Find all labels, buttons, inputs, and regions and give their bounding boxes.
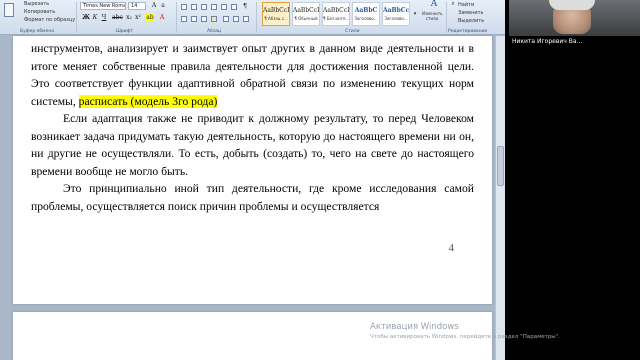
font-color-icon[interactable]: A	[158, 14, 166, 22]
separator	[176, 2, 177, 33]
styles-scroll-icon[interactable]: ▾	[411, 10, 419, 18]
underline-icon[interactable]: Ч	[100, 14, 108, 22]
style-item[interactable]: AaBbCcD ¶ Без инте...	[322, 2, 350, 26]
cut-button[interactable]: Вырезать	[24, 1, 49, 7]
styles-group-label: Стили	[345, 29, 360, 34]
paragraph[interactable]: Это принципиально иной тип деятельности,…	[31, 180, 474, 215]
style-item[interactable]: AaBbCcD ¶ Обычный	[292, 2, 320, 26]
format-painter-button[interactable]: Формат по образцу	[24, 17, 75, 23]
sort-icon[interactable]	[231, 4, 237, 10]
watermark-title: Активация Windows	[370, 322, 459, 332]
font-group-label: Шрифт	[116, 29, 134, 34]
highlight-color-icon[interactable]: ab	[146, 14, 154, 22]
subscript-icon[interactable]: x₂	[125, 14, 133, 22]
paragraph[interactable]: инструментов, анализирует и заимствует о…	[31, 40, 474, 110]
superscript-icon[interactable]: x²	[134, 14, 142, 22]
document-page[interactable]: инструментов, анализирует и заимствует о…	[13, 36, 492, 304]
editing-group-label: Редактирование	[448, 29, 488, 34]
ribbon: Вырезать Копировать Формат по образцу Бу…	[0, 0, 505, 35]
word-window: Вырезать Копировать Формат по образцу Бу…	[0, 0, 505, 360]
shrink-font-icon[interactable]: a	[159, 2, 167, 10]
watermark-subtitle: Чтобы активировать Windows, перейдите в …	[370, 334, 560, 340]
activation-watermark: Активация Windows Чтобы активировать Win…	[370, 322, 560, 341]
bullets-icon[interactable]	[181, 4, 187, 10]
separator	[446, 2, 447, 33]
participant-name: Никита Игоревич Ва...	[512, 38, 583, 45]
find-icon[interactable]: ⌕	[449, 0, 457, 8]
video-panel-background	[505, 48, 640, 360]
align-center-icon[interactable]	[191, 16, 197, 22]
style-item[interactable]: AaBbCc Заголово...	[382, 2, 410, 26]
font-name-combo[interactable]: Times New Roman	[80, 2, 126, 10]
align-right-icon[interactable]	[201, 16, 207, 22]
change-styles-icon[interactable]: A	[428, 0, 440, 9]
justify-icon[interactable]	[211, 16, 217, 22]
separator	[256, 2, 257, 33]
scrollbar-thumb[interactable]	[497, 146, 504, 186]
clipboard-group-label: Буфер обмена	[20, 29, 55, 34]
show-marks-icon[interactable]: ¶	[241, 3, 249, 11]
change-styles-button[interactable]: Изменить стили	[422, 11, 443, 21]
font-size-combo[interactable]: 14	[128, 2, 146, 10]
borders-icon[interactable]	[243, 16, 249, 22]
bold-icon[interactable]: Ж	[82, 14, 90, 22]
multilevel-list-icon[interactable]	[201, 4, 207, 10]
increase-indent-icon[interactable]	[221, 4, 227, 10]
paragraph-group-label: Абзац	[207, 29, 222, 34]
style-item[interactable]: AaBbC Заголово...	[352, 2, 380, 26]
find-button[interactable]: Найти	[458, 2, 474, 8]
copy-button[interactable]: Копировать	[24, 9, 55, 15]
numbering-icon[interactable]	[191, 4, 197, 10]
participant-hair	[549, 0, 595, 10]
style-item[interactable]: AaBbCcI ¶ Абзац с...	[262, 2, 290, 26]
line-spacing-icon[interactable]	[223, 16, 229, 22]
participant-video[interactable]	[509, 0, 640, 36]
grow-font-icon[interactable]: A	[150, 2, 158, 10]
separator	[76, 2, 77, 33]
paragraph[interactable]: Если адаптация также не приводит к должн…	[31, 110, 474, 180]
strikethrough-icon[interactable]: abc	[112, 14, 123, 22]
paste-icon[interactable]	[4, 3, 14, 17]
decrease-indent-icon[interactable]	[211, 4, 217, 10]
document-area[interactable]: инструментов, анализирует и заимствует о…	[0, 36, 505, 360]
align-left-icon[interactable]	[181, 16, 187, 22]
replace-button[interactable]: Заменить	[458, 10, 484, 16]
screen: Вырезать Копировать Формат по образцу Бу…	[0, 0, 640, 360]
shading-icon[interactable]	[233, 16, 239, 22]
highlighted-text: расписать (модель 3го рода)	[78, 94, 218, 108]
select-button[interactable]: Выделить	[458, 18, 484, 24]
document-text[interactable]: инструментов, анализирует и заимствует о…	[31, 40, 474, 215]
italic-icon[interactable]: К	[91, 14, 99, 22]
page-number: 4	[448, 242, 455, 254]
vertical-scrollbar[interactable]	[495, 36, 505, 360]
